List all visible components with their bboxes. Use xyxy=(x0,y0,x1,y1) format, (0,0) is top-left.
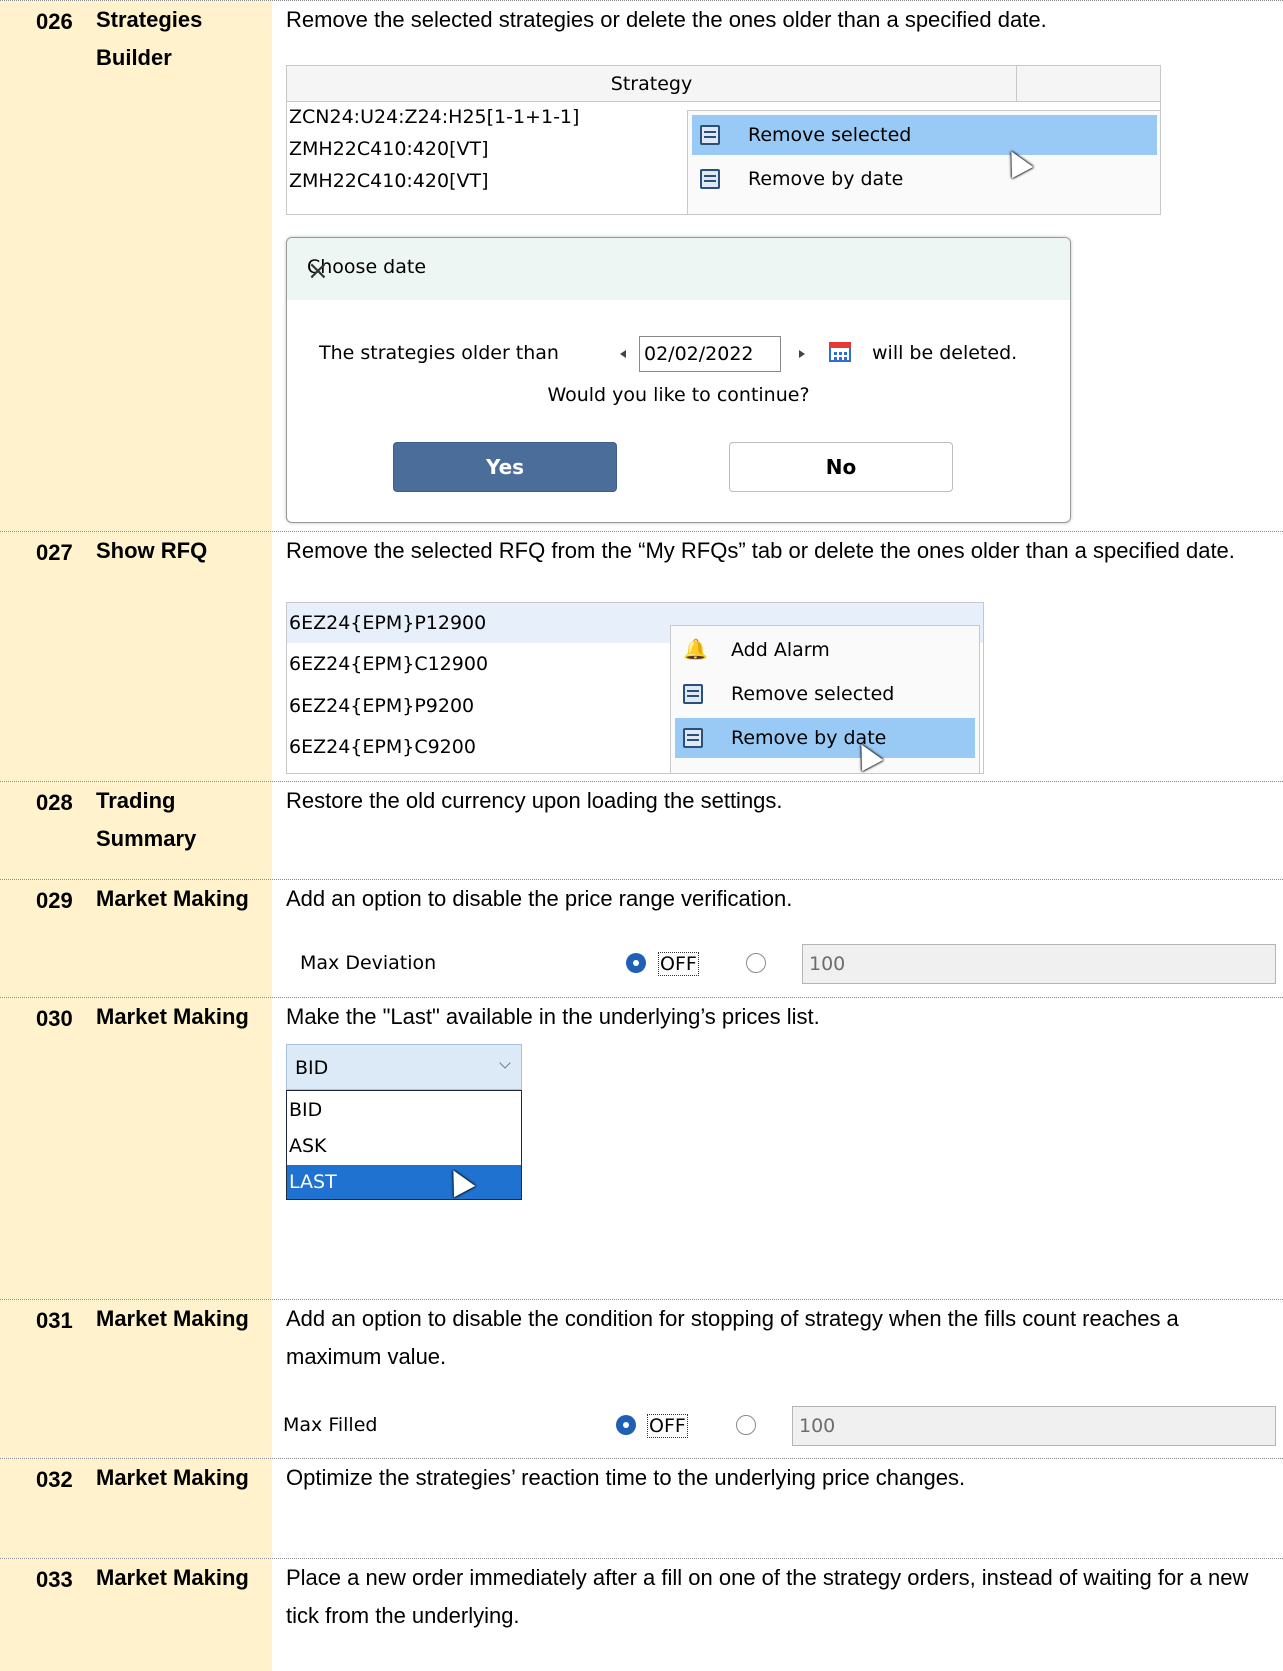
menu-item-remove-by-date[interactable]: Remove by date xyxy=(675,718,975,758)
dropdown-value: BID xyxy=(295,1057,329,1079)
dropdown-option-bid[interactable]: BID xyxy=(287,1093,521,1127)
menu-item-add-alarm[interactable]: 🔔 Add Alarm xyxy=(675,630,975,670)
field-label: Max Filled xyxy=(283,1414,378,1436)
list-remove-icon xyxy=(683,684,703,704)
release-notes-table: 026 Strategies Builder Remove the select… xyxy=(0,0,1283,1671)
row-description: Remove the selected RFQ from the “My RFQ… xyxy=(286,538,1235,563)
radio-off-label[interactable]: OFF xyxy=(658,952,699,976)
yes-button[interactable]: Yes xyxy=(393,442,617,492)
id-column: 031 Market Making xyxy=(0,1300,272,1458)
radio-value-option[interactable] xyxy=(736,1415,756,1435)
no-button[interactable]: No xyxy=(729,442,953,492)
row-number: 031 xyxy=(36,1308,73,1333)
grid-cell[interactable]: ZMH22C410:420[VT] xyxy=(289,166,489,196)
field-label: Max Deviation xyxy=(300,952,437,974)
module-name: Market Making xyxy=(96,1465,249,1490)
radio-off-option[interactable] xyxy=(626,953,646,973)
chevron-down-icon xyxy=(499,1057,511,1069)
dropdown-option-last[interactable]: LAST xyxy=(287,1165,521,1199)
choose-date-dialog: Choose date × The strategies older than … xyxy=(286,237,1071,523)
id-column: 029 Market Making xyxy=(0,880,272,997)
module-name: Market Making xyxy=(96,886,249,911)
row-number: 032 xyxy=(36,1467,73,1492)
menu-item-remove-selected[interactable]: Remove selected xyxy=(692,115,1157,155)
row-number: 026 xyxy=(36,9,73,34)
table-row-033: 033 Market Making Place a new order imme… xyxy=(0,1558,1283,1671)
table-row-028: 028 Trading Summary Restore the old curr… xyxy=(0,781,1283,879)
rfq-grid: 6EZ24{EPM}P12900 6EZ24{EPM}C12900 6EZ24{… xyxy=(286,602,984,774)
list-remove-icon xyxy=(683,728,703,748)
id-column: 027 Show RFQ xyxy=(0,532,272,781)
id-column: 033 Market Making xyxy=(0,1559,272,1671)
menu-item-label: Add Alarm xyxy=(731,639,830,661)
id-column: 032 Market Making xyxy=(0,1459,272,1558)
list-remove-icon xyxy=(700,169,720,189)
row-number: 029 xyxy=(36,888,73,913)
row-number: 028 xyxy=(36,790,73,815)
module-name: Market Making xyxy=(96,1565,249,1590)
row-description: Remove the selected strategies or delete… xyxy=(286,7,1047,32)
close-icon[interactable]: × xyxy=(307,256,1050,286)
dropdown-options: BID ASK LAST xyxy=(286,1090,522,1200)
grid-cell[interactable]: 6EZ24{EPM}P9200 xyxy=(289,691,474,721)
calendar-icon[interactable] xyxy=(829,342,851,362)
table-row-031: 031 Market Making Add an option to disab… xyxy=(0,1299,1283,1458)
menu-item-label: Remove by date xyxy=(748,168,904,190)
message-suffix: will be deleted. xyxy=(872,342,1018,364)
dialog-title-bar: Choose date × xyxy=(287,238,1070,300)
row-description: Optimize the strategies’ reaction time t… xyxy=(286,1465,966,1490)
module-name: Strategies Builder xyxy=(96,7,203,70)
menu-item-label: Remove selected xyxy=(731,683,895,705)
id-column: 028 Trading Summary xyxy=(0,782,272,879)
table-row-032: 032 Market Making Optimize the strategie… xyxy=(0,1458,1283,1558)
price-source-dropdown[interactable]: BID xyxy=(286,1044,522,1090)
grid-cell[interactable]: 6EZ24{EPM}P12900 xyxy=(289,608,486,638)
message-prefix: The strategies older than xyxy=(319,342,559,364)
module-name: Market Making xyxy=(96,1306,249,1331)
row-number: 030 xyxy=(36,1006,73,1031)
table-row-026: 026 Strategies Builder Remove the select… xyxy=(0,0,1283,531)
grid-cell[interactable]: ZCN24:U24:Z24:H25[1-1+1-1] xyxy=(289,102,579,132)
row-description: Place a new order immediately after a fi… xyxy=(286,1565,1249,1628)
table-row-030: 030 Market Making Make the "Last" availa… xyxy=(0,997,1283,1299)
list-remove-icon xyxy=(700,125,720,145)
grid-cell[interactable]: ZMH22C410:420[VT] xyxy=(289,134,489,164)
radio-off-label[interactable]: OFF xyxy=(647,1414,688,1438)
max-filled-input[interactable]: 100 xyxy=(792,1406,1276,1446)
row-description: Make the "Last" available in the underly… xyxy=(286,1004,820,1029)
row-description: Add an option to disable the price range… xyxy=(286,886,793,911)
id-column: 030 Market Making xyxy=(0,998,272,1299)
context-menu: 🔔 Add Alarm Remove selected Remove by da… xyxy=(670,625,980,773)
dialog-message: The strategies older than 02/02/2022 wil… xyxy=(287,336,1070,372)
strategy-grid: Strategy ZCN24:U24:Z24:H25[1-1+1-1] ZMH2… xyxy=(286,65,1161,215)
menu-item-label: Remove selected xyxy=(748,124,912,146)
menu-item-remove-selected[interactable]: Remove selected xyxy=(675,674,975,714)
column-header-strategy[interactable]: Strategy xyxy=(287,66,1017,102)
dialog-question: Would you like to continue? xyxy=(547,384,810,406)
row-number: 033 xyxy=(36,1567,73,1592)
module-name: Trading Summary xyxy=(96,788,197,851)
date-prev-icon[interactable] xyxy=(620,350,626,358)
grid-cell[interactable]: 6EZ24{EPM}C9200 xyxy=(289,732,476,762)
grid-cell[interactable]: 6EZ24{EPM}C12900 xyxy=(289,649,488,679)
id-column: 026 Strategies Builder xyxy=(0,1,272,531)
table-row-029: 029 Market Making Add an option to disab… xyxy=(0,879,1283,997)
max-deviation-input[interactable]: 100 xyxy=(802,944,1276,984)
row-description: Restore the old currency upon loading th… xyxy=(286,788,783,813)
row-number: 027 xyxy=(36,540,73,565)
radio-off-option[interactable] xyxy=(616,1415,636,1435)
bell-icon: 🔔 xyxy=(683,637,708,661)
module-name: Market Making xyxy=(96,1004,249,1029)
module-name: Show RFQ xyxy=(96,538,208,563)
radio-value-option[interactable] xyxy=(746,953,766,973)
dropdown-option-ask[interactable]: ASK xyxy=(287,1129,521,1163)
date-input[interactable]: 02/02/2022 xyxy=(639,336,781,372)
context-menu: Remove selected Remove by date xyxy=(687,110,1160,214)
strategy-grid-header: Strategy xyxy=(287,66,1160,102)
date-next-icon[interactable] xyxy=(799,350,805,358)
table-row-027: 027 Show RFQ Remove the selected RFQ fro… xyxy=(0,531,1283,781)
row-description: Add an option to disable the condition f… xyxy=(286,1306,1179,1369)
menu-item-remove-by-date[interactable]: Remove by date xyxy=(692,159,1157,199)
